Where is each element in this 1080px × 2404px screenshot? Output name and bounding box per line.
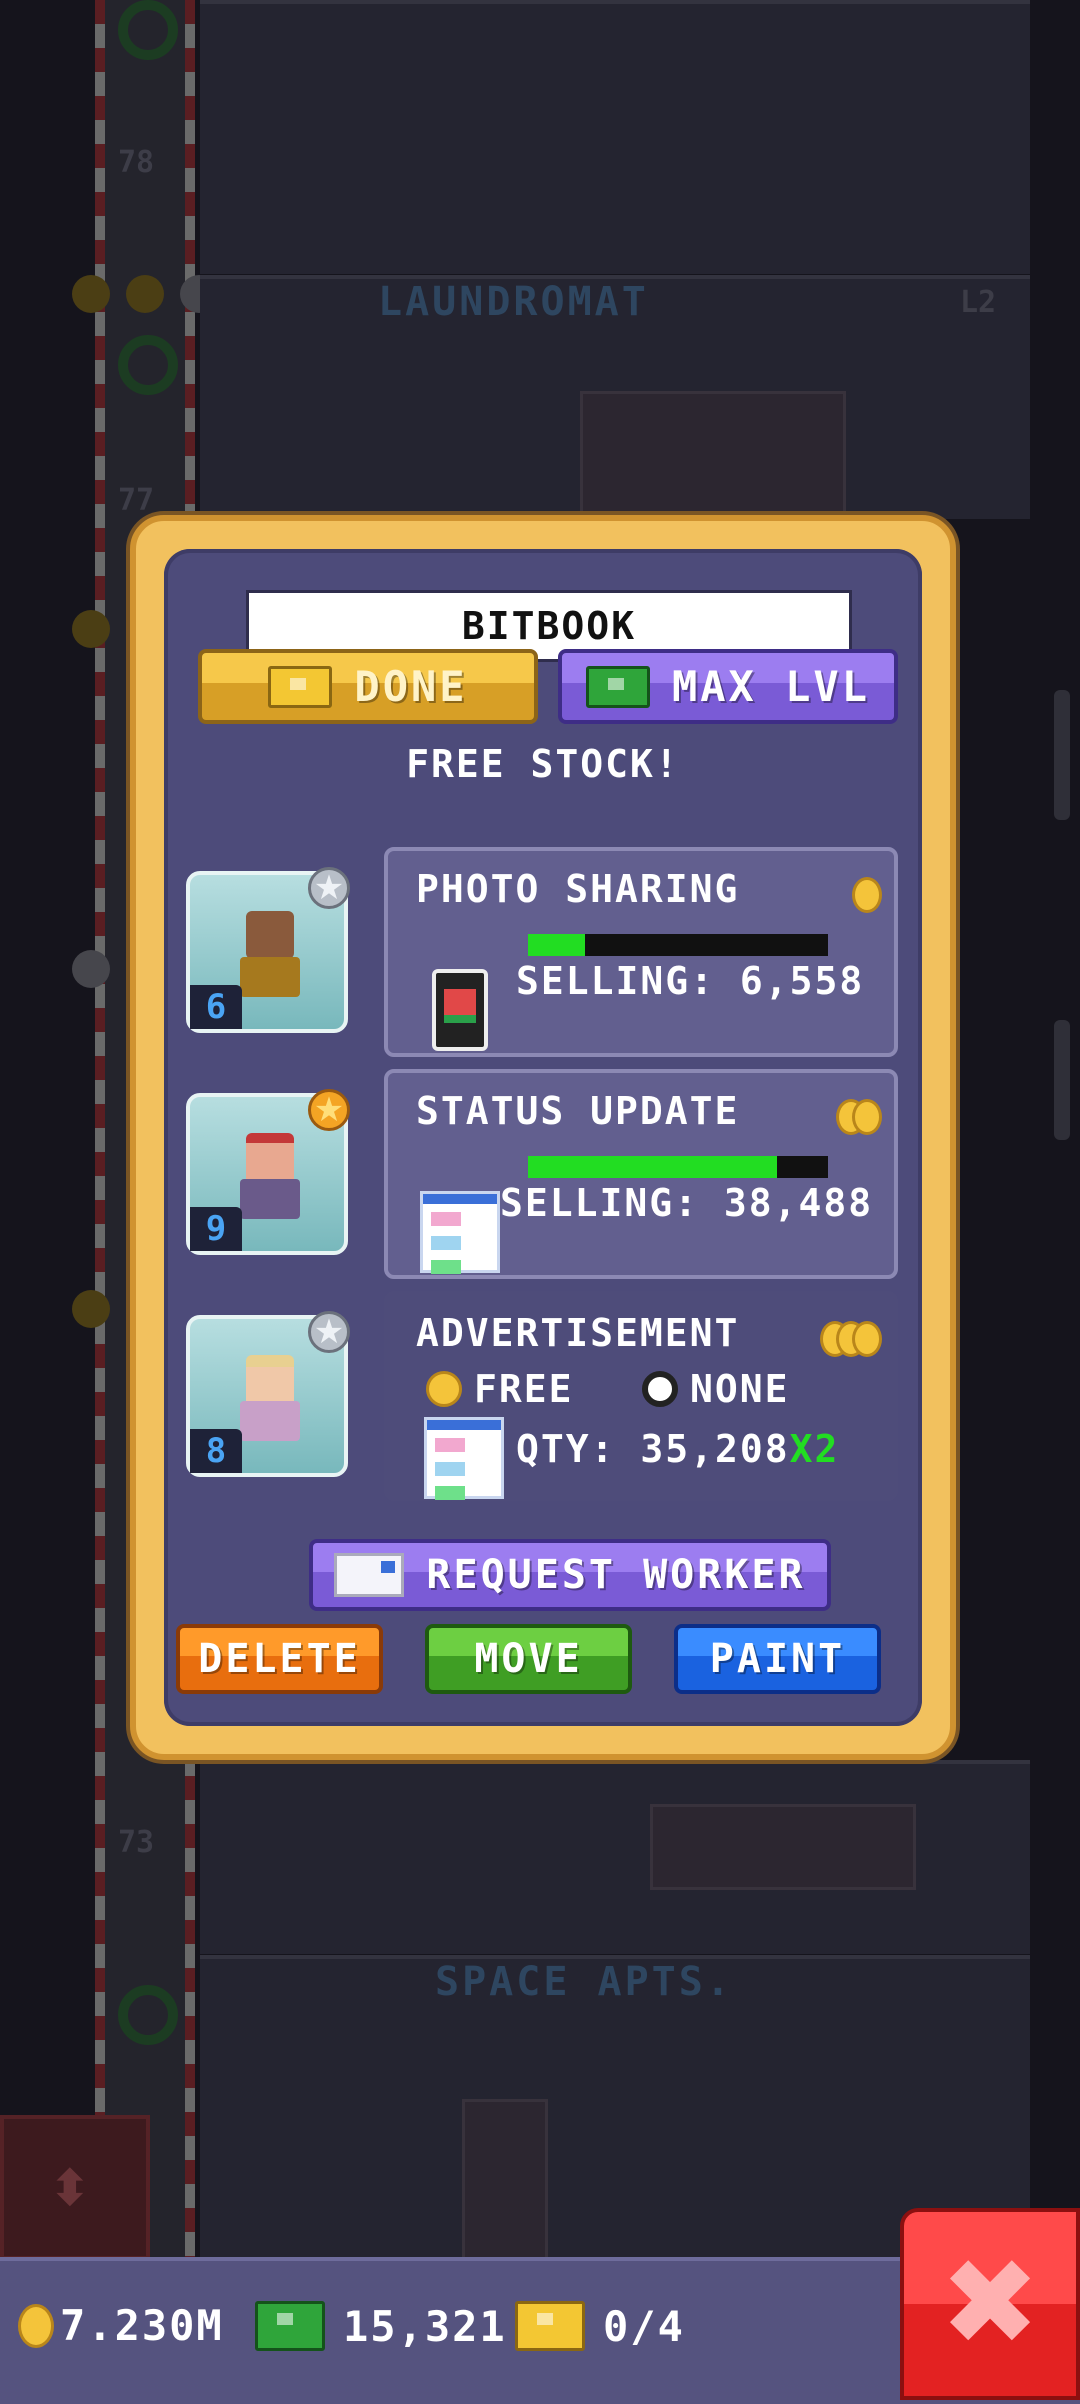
star-icon (72, 950, 110, 988)
wreath-icon (118, 0, 178, 60)
coin-tier-icon (836, 1099, 882, 1135)
stock-progress-bar (528, 934, 828, 956)
paint-button[interactable]: PAINT (674, 1624, 881, 1694)
worker-slot-3[interactable]: 8 ★ (186, 1311, 350, 1477)
dialog-panel: BITBOOK DONE MAX LVL FREE STOCK! 6 ★ 9 ★… (164, 549, 922, 1726)
max-level-label: MAX LVL (671, 662, 870, 711)
door (462, 2099, 548, 2265)
wreath-icon (118, 335, 178, 395)
product-status-update[interactable]: STATUS UPDATE SELLING: 38,488 (384, 1069, 898, 1279)
request-worker-label: REQUEST WORKER (426, 1552, 806, 1598)
worker-avatar (240, 911, 300, 1001)
coin-icon (18, 2303, 54, 2348)
scroll-indicator (1054, 690, 1070, 820)
coins-value: 7.230M (60, 2301, 224, 2350)
wreath-icon (118, 1985, 178, 2045)
free-stock-text: FREE STOCK! (406, 742, 680, 786)
stock-progress-bar (528, 1156, 828, 1178)
floor-number: 78 (118, 145, 155, 180)
cost-option: FREE (426, 1367, 574, 1411)
bux-icon (255, 2301, 325, 2351)
golden-ticket-icon (515, 2301, 585, 2351)
done-button-label: DONE (354, 662, 468, 711)
product-name: ADVERTISEMENT (416, 1311, 740, 1355)
star-icon (72, 275, 110, 313)
coin-icon (426, 1371, 462, 1407)
floor-label: LAUNDROMAT (378, 279, 649, 325)
worker-level: 9 (190, 1207, 242, 1251)
bux-balance[interactable]: 15,321 (255, 2301, 507, 2351)
floor-number: 77 (118, 483, 155, 518)
worker-level: 6 (190, 985, 242, 1029)
delete-button[interactable]: DELETE (176, 1624, 383, 1694)
time-option: NONE (642, 1367, 790, 1411)
floor-number: 73 (118, 1825, 155, 1860)
product-advertisement[interactable]: ADVERTISEMENT FREE NONE QTY: 35,208X2 (384, 1291, 898, 1501)
product-photo-sharing[interactable]: PHOTO SHARING SELLING: 6,558 (384, 847, 898, 1057)
elevator-arrows-icon: ⬍ (49, 2159, 91, 2217)
worker-avatar (240, 1355, 300, 1445)
phone-icon (432, 969, 488, 1051)
worker-level: 8 (190, 1429, 242, 1473)
floor-room (200, 1760, 1030, 1954)
max-level-button[interactable]: MAX LVL (558, 649, 898, 724)
selling-count: SELLING: 38,488 (500, 1181, 874, 1225)
ad-page-icon (424, 1417, 504, 1499)
quantity-count: QTY: 35,208X2 (516, 1427, 840, 1471)
tickets-balance[interactable]: 0/4 (515, 2301, 685, 2351)
tickets-value: 0/4 (603, 2301, 685, 2351)
silver-star-icon: ★ (308, 1311, 350, 1353)
floor-level: L2 (960, 285, 997, 320)
stock-progress-fill (528, 1156, 777, 1178)
floor-label: SPACE APTS. (435, 1959, 733, 2005)
coin-tier-icon (852, 877, 882, 913)
star-icon (72, 610, 110, 648)
coin-tier-icon (820, 1321, 882, 1357)
floor-laundromat: LAUNDROMAT L2 (200, 275, 1030, 537)
elevator-button[interactable]: ⬍ (0, 2115, 150, 2260)
scroll-indicator (1054, 1020, 1070, 1140)
clock-icon (642, 1371, 678, 1407)
product-name: STATUS UPDATE (416, 1089, 740, 1133)
done-button[interactable]: DONE (198, 649, 538, 724)
move-button[interactable]: MOVE (425, 1624, 632, 1694)
coins-balance[interactable]: 7.230M (18, 2301, 224, 2350)
close-button[interactable]: ✖ (900, 2208, 1080, 2400)
gold-star-icon: ★ (308, 1089, 350, 1131)
business-dialog: BITBOOK DONE MAX LVL FREE STOCK! 6 ★ 9 ★… (130, 515, 956, 1760)
request-worker-button[interactable]: REQUEST WORKER (309, 1539, 831, 1611)
stock-progress-fill (528, 934, 585, 956)
room-decor (650, 1804, 916, 1890)
profile-page-icon (420, 1191, 500, 1273)
gold-bux-icon (268, 665, 333, 708)
selling-count: SELLING: 6,558 (516, 959, 865, 1003)
worker-avatar (240, 1133, 300, 1223)
worker-slot-2[interactable]: 9 ★ (186, 1089, 350, 1255)
close-icon: ✖ (939, 2234, 1041, 2373)
envelope-icon (334, 1553, 405, 1597)
floor-room (200, 0, 1030, 274)
bux-value: 15,321 (343, 2301, 507, 2351)
multiplier: X2 (789, 1427, 840, 1471)
star-icon (126, 275, 164, 313)
product-name: PHOTO SHARING (416, 867, 740, 911)
green-bux-icon (585, 665, 650, 708)
worker-slot-1[interactable]: 6 ★ (186, 867, 350, 1033)
shaft-pole (95, 0, 105, 2260)
star-icon (72, 1290, 110, 1328)
silver-star-icon: ★ (308, 867, 350, 909)
